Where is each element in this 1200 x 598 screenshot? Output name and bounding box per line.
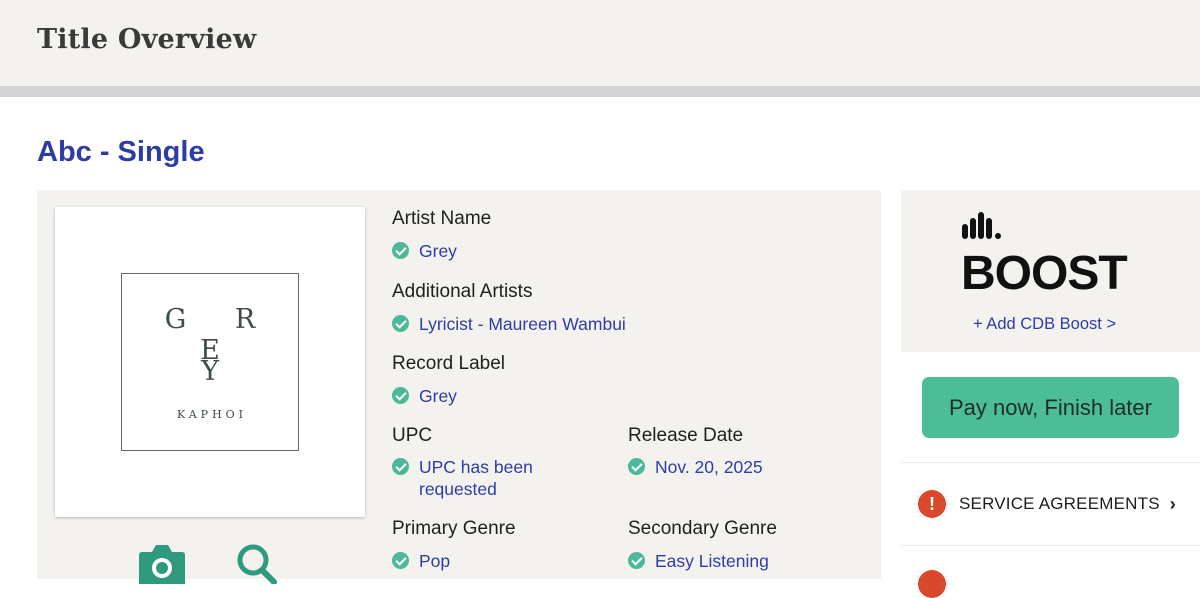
release-date-value: Nov. 20, 2025	[628, 456, 763, 478]
pay-now-finish-later-button[interactable]: Pay now, Finish later	[922, 377, 1179, 438]
artist-name-text: Grey	[419, 241, 457, 261]
artwork-title-line2: Y	[201, 356, 219, 387]
secondary-genre-value: Easy Listening	[628, 550, 769, 572]
service-agreements-item[interactable]: ! SERVICE AGREEMENTS ›	[918, 489, 1200, 519]
release-date-label: Release Date	[628, 425, 744, 446]
upc-label: UPC	[392, 425, 433, 446]
record-label-label: Record Label	[392, 353, 506, 374]
secondary-genre-label: Secondary Genre	[628, 518, 777, 539]
alert-icon	[918, 570, 946, 598]
secondary-genre-text: Easy Listening	[655, 551, 769, 571]
artwork-subtitle: KAPHOI	[176, 408, 248, 421]
artist-name-label: Artist Name	[392, 208, 492, 229]
primary-genre-label: Primary Genre	[392, 518, 516, 539]
boost-brand: BOOST	[961, 247, 1128, 300]
search-icon[interactable]	[234, 544, 284, 585]
check-icon	[392, 242, 409, 259]
primary-genre-value: Pop	[392, 550, 450, 572]
check-icon	[392, 552, 409, 569]
additional-artists-value: Lyricist - Maureen Wambui	[392, 313, 626, 335]
upc-text: UPC has been requested	[419, 457, 533, 499]
check-icon	[392, 315, 409, 332]
cover-artwork: G R E Y KAPHOI	[55, 207, 365, 517]
chevron-right-icon: ›	[1169, 493, 1176, 514]
cdb-logo-icon	[962, 212, 1001, 239]
check-icon	[628, 458, 645, 475]
add-cdb-boost-link[interactable]: + Add CDB Boost >	[973, 315, 1116, 334]
check-icon	[392, 387, 409, 404]
additional-artists-text: Lyricist - Maureen Wambui	[419, 314, 626, 334]
upc-value: UPC has been requested	[392, 456, 559, 500]
record-label-text: Grey	[419, 386, 457, 406]
side-divider	[901, 462, 1200, 463]
boost-panel: BOOST + Add CDB Boost >	[901, 190, 1200, 352]
header-divider	[0, 86, 1200, 97]
artist-name-value: Grey	[392, 240, 457, 262]
artwork-frame: G R E Y KAPHOI	[121, 273, 299, 451]
release-title: Abc - Single	[37, 136, 205, 168]
primary-genre-text: Pop	[419, 551, 451, 571]
check-icon	[392, 458, 409, 475]
page-header-title: Title Overview	[37, 24, 257, 55]
top-bar: Title Overview	[0, 0, 1200, 86]
check-icon	[628, 552, 645, 569]
record-label-value: Grey	[392, 385, 457, 407]
alert-icon: !	[918, 490, 946, 518]
side-divider	[901, 545, 1200, 546]
camera-icon[interactable]	[138, 544, 188, 584]
release-date-text: Nov. 20, 2025	[655, 457, 763, 477]
service-agreements-label: SERVICE AGREEMENTS	[959, 494, 1160, 513]
additional-artists-label: Additional Artists	[392, 281, 533, 302]
